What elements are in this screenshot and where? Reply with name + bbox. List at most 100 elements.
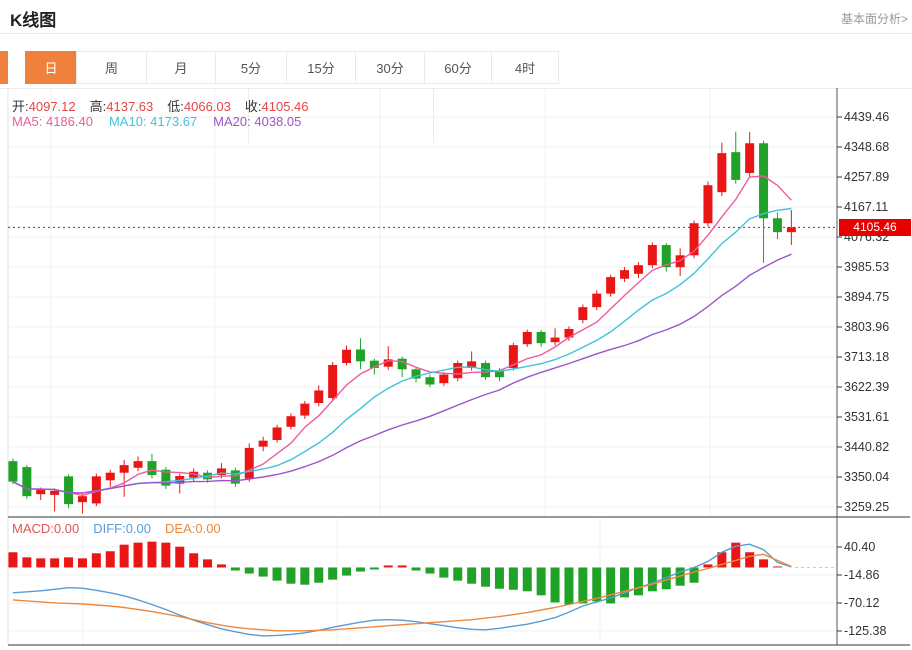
macd-bar <box>300 567 309 584</box>
candle-body <box>634 265 643 274</box>
ma-legend: MA5: 4186.40 MA10: 4173.67 MA20: 4038.05 <box>12 114 301 129</box>
candle-body <box>22 467 31 496</box>
macd-bar <box>523 567 532 591</box>
close-value: 4105.46 <box>262 99 309 114</box>
macd-bar <box>690 567 699 582</box>
ma10-label: MA10: <box>109 114 147 129</box>
macd-bar <box>495 567 504 588</box>
candle-body <box>134 461 143 468</box>
candle-body <box>787 227 796 232</box>
candle-body <box>606 277 615 294</box>
macd-bar <box>22 557 31 567</box>
candle-body <box>578 307 587 320</box>
candle-body <box>259 441 268 447</box>
diff-value: 0.00 <box>126 521 151 536</box>
open-value: 4097.12 <box>29 99 76 114</box>
macd-bar <box>203 559 212 567</box>
candle-body <box>328 365 337 398</box>
macd-bar <box>439 567 448 577</box>
macd-bar <box>551 567 560 602</box>
ma5-label: MA5: <box>12 114 42 129</box>
y-axis-label: 3894.75 <box>844 290 889 304</box>
legend-cell-divider-2 <box>433 89 434 143</box>
macd-bar <box>481 567 490 586</box>
macd-bar <box>564 567 573 604</box>
candle-body <box>342 350 351 363</box>
y-axis-label: 3803.96 <box>844 320 889 334</box>
current-price-badge: 4105.46 <box>839 219 911 236</box>
y-axis-label: 3985.53 <box>844 260 889 274</box>
high-value: 4137.63 <box>106 99 153 114</box>
candle-body <box>273 427 282 440</box>
candle-body <box>314 390 323 403</box>
y-axis-label: 40.40 <box>844 540 875 554</box>
candle-body <box>231 470 240 483</box>
candle-body <box>106 473 115 481</box>
macd-legend: MACD:0.00DIFF:0.00DEA:0.00 <box>12 521 221 536</box>
candle-body <box>439 375 448 384</box>
macd-bar <box>273 567 282 580</box>
y-axis-label: -125.38 <box>844 624 886 638</box>
y-axis-label: 3259.25 <box>844 500 889 514</box>
ma5-value: 4186.40 <box>46 114 93 129</box>
macd-line <box>13 544 792 636</box>
macd-bar <box>120 545 129 568</box>
macd-bar <box>648 567 657 591</box>
macd-bar <box>537 567 546 595</box>
macd-bar <box>578 567 587 603</box>
ma-line <box>13 209 792 494</box>
candle-body <box>425 377 434 384</box>
candle-body <box>64 476 73 504</box>
macd-bar <box>356 567 365 571</box>
macd-bar <box>286 567 295 583</box>
candle-body <box>648 245 657 265</box>
macd-bar <box>64 557 73 567</box>
candle-body <box>717 153 726 192</box>
diff-label: DIFF: <box>93 521 126 536</box>
candle-body <box>453 363 462 378</box>
y-axis-label: -70.12 <box>844 596 879 610</box>
macd-bar <box>231 567 240 570</box>
ma20-label: MA20: <box>213 114 251 129</box>
candle-body <box>120 465 129 473</box>
candle-body <box>731 152 740 180</box>
y-axis-label: 3350.04 <box>844 470 889 484</box>
dea-label: DEA: <box>165 521 195 536</box>
macd-bar <box>773 566 782 567</box>
candle-body <box>245 448 254 479</box>
macd-bar <box>453 567 462 580</box>
dea-value: 0.00 <box>195 521 220 536</box>
open-label: 开: <box>12 99 29 114</box>
candle-body <box>551 338 560 343</box>
candle-body <box>300 404 309 416</box>
macd-bar <box>342 567 351 575</box>
candle-body <box>620 270 629 279</box>
macd-bar <box>36 558 45 567</box>
macd-label: MACD: <box>12 521 54 536</box>
macd-bar <box>328 567 337 579</box>
macd-bar <box>384 565 393 567</box>
y-axis-label: -14.86 <box>844 568 879 582</box>
ma10-value: 4173.67 <box>150 114 197 129</box>
candle-body <box>286 416 295 427</box>
y-axis-label: 4257.89 <box>844 170 889 184</box>
ma20-value: 4038.05 <box>254 114 301 129</box>
macd-bar <box>634 567 643 595</box>
macd-bar <box>92 553 101 567</box>
candle-body <box>773 218 782 232</box>
candle-body <box>523 332 532 344</box>
macd-bar <box>78 558 87 567</box>
y-axis-label: 4348.68 <box>844 140 889 154</box>
low-value: 4066.03 <box>184 99 231 114</box>
candle-body <box>759 143 768 218</box>
low-label: 低: <box>167 99 184 114</box>
ohlc-legend: 开:4097.12高:4137.63低:4066.03收:4105.46 <box>12 96 323 115</box>
y-axis-label: 3440.82 <box>844 440 889 454</box>
macd-bar <box>592 567 601 601</box>
candle-body <box>8 461 17 481</box>
candle-body <box>745 143 754 173</box>
macd-bar <box>412 567 421 570</box>
candle-body <box>398 359 407 370</box>
macd-bar <box>745 552 754 567</box>
macd-bar <box>189 553 198 567</box>
